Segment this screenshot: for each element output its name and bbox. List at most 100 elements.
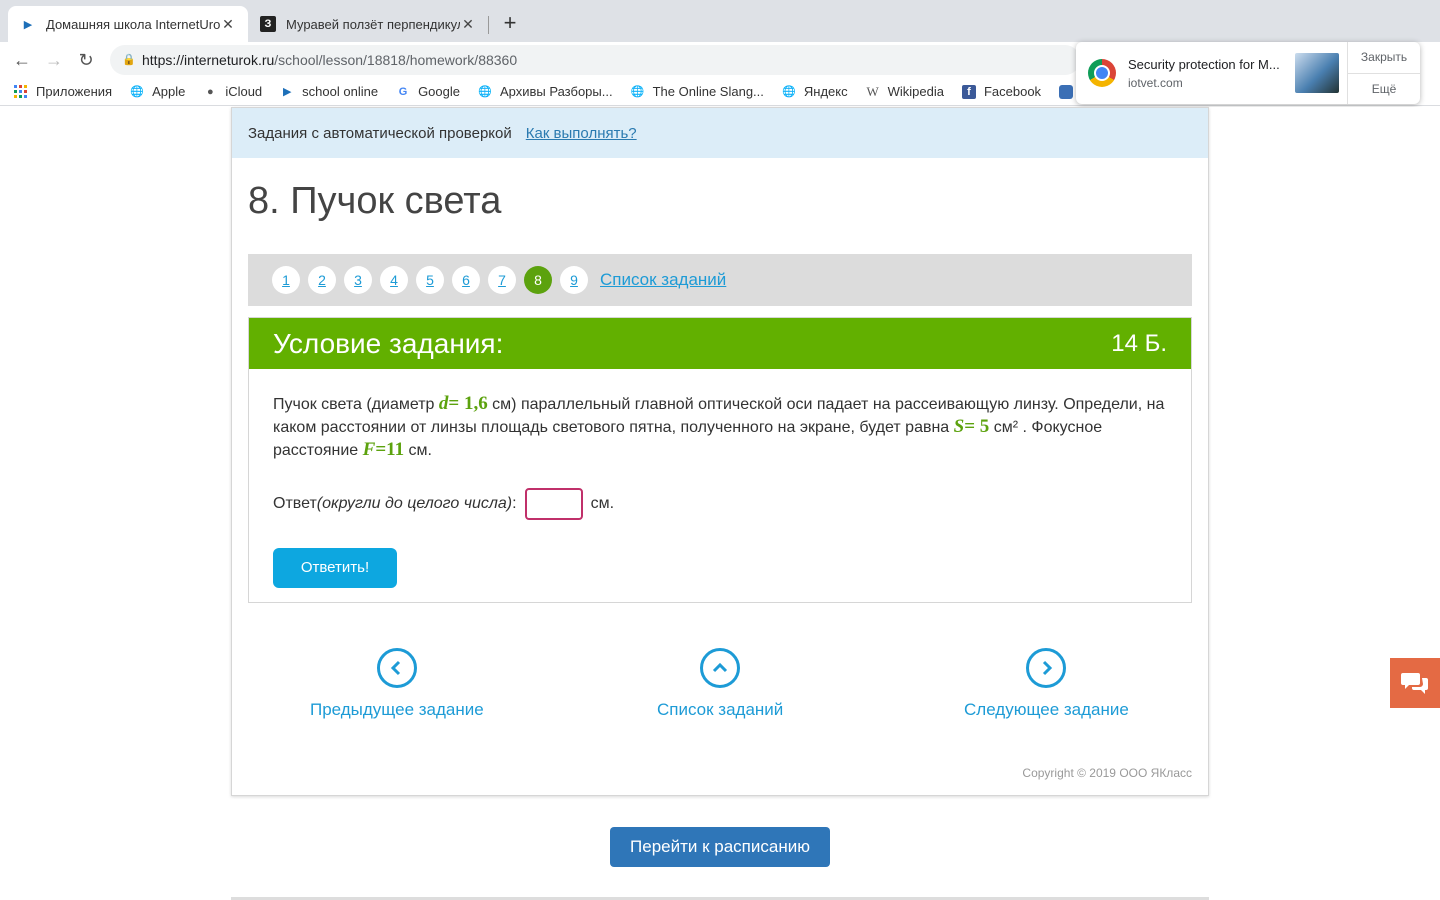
pager-item-8-current[interactable]: 8 bbox=[524, 266, 552, 294]
bookmark-label: The Online Slang... bbox=[652, 84, 764, 99]
notification-more-button[interactable]: Ещё bbox=[1348, 74, 1420, 105]
pager-item-5[interactable]: 5 bbox=[416, 266, 444, 294]
bookmark-label: school online bbox=[302, 84, 379, 99]
go-to-schedule-button[interactable]: Перейти к расписанию bbox=[610, 827, 830, 867]
pager-item-3[interactable]: 3 bbox=[344, 266, 372, 294]
bookmark-school-online[interactable]: ▶ school online bbox=[280, 84, 378, 99]
bookmark-label: iCloud bbox=[225, 84, 263, 99]
lock-icon: 🔒 bbox=[122, 54, 136, 66]
bookmark-label: Google bbox=[418, 84, 460, 99]
address-bar[interactable]: 🔒 https://interneturok.ru/school/lesson/… bbox=[110, 45, 1080, 75]
apps-grid-icon bbox=[14, 84, 28, 99]
chat-bubble-icon bbox=[1059, 84, 1074, 99]
bookmark-label: Apple bbox=[152, 84, 186, 99]
bookmark-archives[interactable]: 🌐 Архивы Разборы... bbox=[478, 84, 613, 99]
info-text: Задания с автоматической проверкой bbox=[248, 124, 512, 142]
pager-item-6[interactable]: 6 bbox=[452, 266, 480, 294]
tab-separator bbox=[488, 16, 489, 34]
answer-colon: : bbox=[512, 495, 517, 512]
homework-card: Задания с автоматической проверкой Как в… bbox=[231, 107, 1209, 796]
math-d: d= 1,6 bbox=[438, 393, 488, 414]
bookmark-label: Архивы Разборы... bbox=[499, 84, 613, 99]
notification-close-button[interactable]: Закрыть bbox=[1348, 42, 1420, 74]
answer-hint: (округли до целого числа) bbox=[316, 495, 513, 512]
laptop-thumbnail-icon bbox=[1295, 53, 1339, 93]
notification-title: Security protection for M... bbox=[1128, 56, 1280, 72]
task-list-link[interactable]: Список заданий bbox=[600, 270, 726, 290]
globe-icon: 🌐 bbox=[630, 86, 645, 98]
next-task-link[interactable]: Следующее задание bbox=[964, 648, 1129, 720]
chrome-logo-icon bbox=[1088, 59, 1116, 87]
prev-task-label: Предыдущее задание bbox=[310, 700, 484, 719]
condition-title: Условие задания: bbox=[273, 327, 504, 359]
security-notification[interactable]: Security protection for M... iotvet.com … bbox=[1076, 42, 1420, 104]
math-s: S= 5 bbox=[953, 416, 990, 437]
tab-znanija[interactable]: З Муравей ползёт перпендикул ✕ bbox=[248, 6, 488, 42]
condition-body: Пучок света (диаметр d= 1,6 см) параллел… bbox=[249, 369, 1191, 588]
answer-unit: см. bbox=[590, 495, 615, 512]
prev-task-link[interactable]: Предыдущее задание bbox=[310, 648, 484, 720]
chat-widget-button[interactable] bbox=[1390, 658, 1440, 708]
bookmark-facebook[interactable]: f Facebook bbox=[961, 84, 1042, 99]
math-f: F=11 bbox=[362, 439, 405, 460]
pager-item-4[interactable]: 4 bbox=[380, 266, 408, 294]
bookmark-online-slang[interactable]: 🌐 The Online Slang... bbox=[631, 84, 764, 99]
globe-icon: 🌐 bbox=[478, 86, 492, 98]
google-icon: G bbox=[398, 85, 408, 98]
chat-icon bbox=[1401, 673, 1428, 694]
pager-item-2[interactable]: 2 bbox=[308, 266, 336, 294]
problem-text: Пучок света (диаметр d= 1,6 см) параллел… bbox=[273, 393, 1165, 460]
task-condition: Условие задания: 14 Б. Пучок света (диам… bbox=[248, 317, 1192, 603]
notification-body[interactable]: Security protection for M... iotvet.com bbox=[1076, 42, 1348, 104]
bookmark-yandex[interactable]: 🌐 Яндекс bbox=[782, 84, 848, 99]
task-pager: 1 2 3 4 5 6 7 8 9 Список заданий bbox=[248, 254, 1192, 306]
task-navigation: Предыдущее задание Список заданий Следую… bbox=[248, 648, 1192, 728]
url-host: https://interneturok.ru bbox=[142, 52, 275, 68]
chevron-up-icon bbox=[700, 648, 741, 688]
pager-item-9[interactable]: 9 bbox=[560, 266, 588, 294]
bookmark-apps[interactable]: Приложения bbox=[14, 84, 112, 99]
how-to-link[interactable]: Как выполнять? bbox=[526, 125, 637, 142]
bookmark-label: Яндекс bbox=[803, 84, 848, 99]
page-title: 8. Пучок света bbox=[248, 180, 502, 222]
submit-answer-button[interactable]: Ответить! bbox=[273, 548, 397, 588]
tab-title: Муравей ползёт перпендикул bbox=[286, 16, 460, 32]
browser-tab-bar: ▶ Домашняя школа InternetUrok ✕ З Мураве… bbox=[0, 0, 1440, 42]
bookmark-wikipedia[interactable]: W Wikipedia bbox=[866, 83, 944, 100]
wikipedia-icon: W bbox=[866, 83, 879, 99]
answer-input[interactable] bbox=[524, 488, 583, 520]
new-tab-plus-icon[interactable]: + bbox=[498, 12, 522, 36]
apple-icon: ● bbox=[206, 85, 214, 98]
chevron-left-icon bbox=[376, 648, 417, 688]
pager-item-1[interactable]: 1 bbox=[272, 266, 300, 294]
back-arrow-icon[interactable]: ← bbox=[10, 48, 34, 72]
znanija-icon: З bbox=[260, 16, 276, 32]
task-list-label: Список заданий bbox=[657, 700, 784, 719]
answer-row: Ответ (округли до целого числа): см. bbox=[273, 488, 1167, 520]
close-icon[interactable]: ✕ bbox=[460, 16, 476, 33]
tab-title: Домашняя школа InternetUrok bbox=[46, 16, 220, 32]
task-list-nav-link[interactable]: Список заданий bbox=[657, 648, 783, 720]
facebook-icon: f bbox=[961, 84, 976, 99]
close-icon[interactable]: ✕ bbox=[220, 16, 236, 33]
play-icon: ▶ bbox=[282, 86, 292, 98]
points-badge: 14 Б. bbox=[1111, 329, 1167, 357]
notification-source: iotvet.com bbox=[1128, 75, 1183, 90]
bookmark-icloud[interactable]: ● iCloud bbox=[203, 84, 262, 99]
forward-arrow-icon[interactable]: → bbox=[42, 48, 66, 72]
bookmark-apple[interactable]: 🌐 Apple bbox=[130, 84, 185, 99]
page-content: Задания с автоматической проверкой Как в… bbox=[0, 107, 1440, 900]
globe-icon: 🌐 bbox=[130, 86, 144, 98]
condition-header: Условие задания: 14 Б. bbox=[249, 318, 1191, 369]
bookmark-label: Wikipedia bbox=[887, 84, 944, 99]
pager-item-7[interactable]: 7 bbox=[488, 266, 516, 294]
reload-icon[interactable]: ↻ bbox=[74, 48, 98, 72]
play-icon: ▶ bbox=[23, 18, 33, 31]
bookmark-label: Facebook bbox=[983, 84, 1042, 99]
answer-label: Ответ bbox=[273, 495, 317, 512]
copyright-text: Copyright © 2019 ООО ЯКласс bbox=[1022, 766, 1192, 780]
globe-icon: 🌐 bbox=[782, 86, 796, 98]
tab-interneturok[interactable]: ▶ Домашняя школа InternetUrok ✕ bbox=[8, 6, 248, 42]
bookmark-google[interactable]: G Google bbox=[396, 84, 460, 99]
url-path: /school/lesson/18818/homework/88360 bbox=[274, 52, 518, 68]
